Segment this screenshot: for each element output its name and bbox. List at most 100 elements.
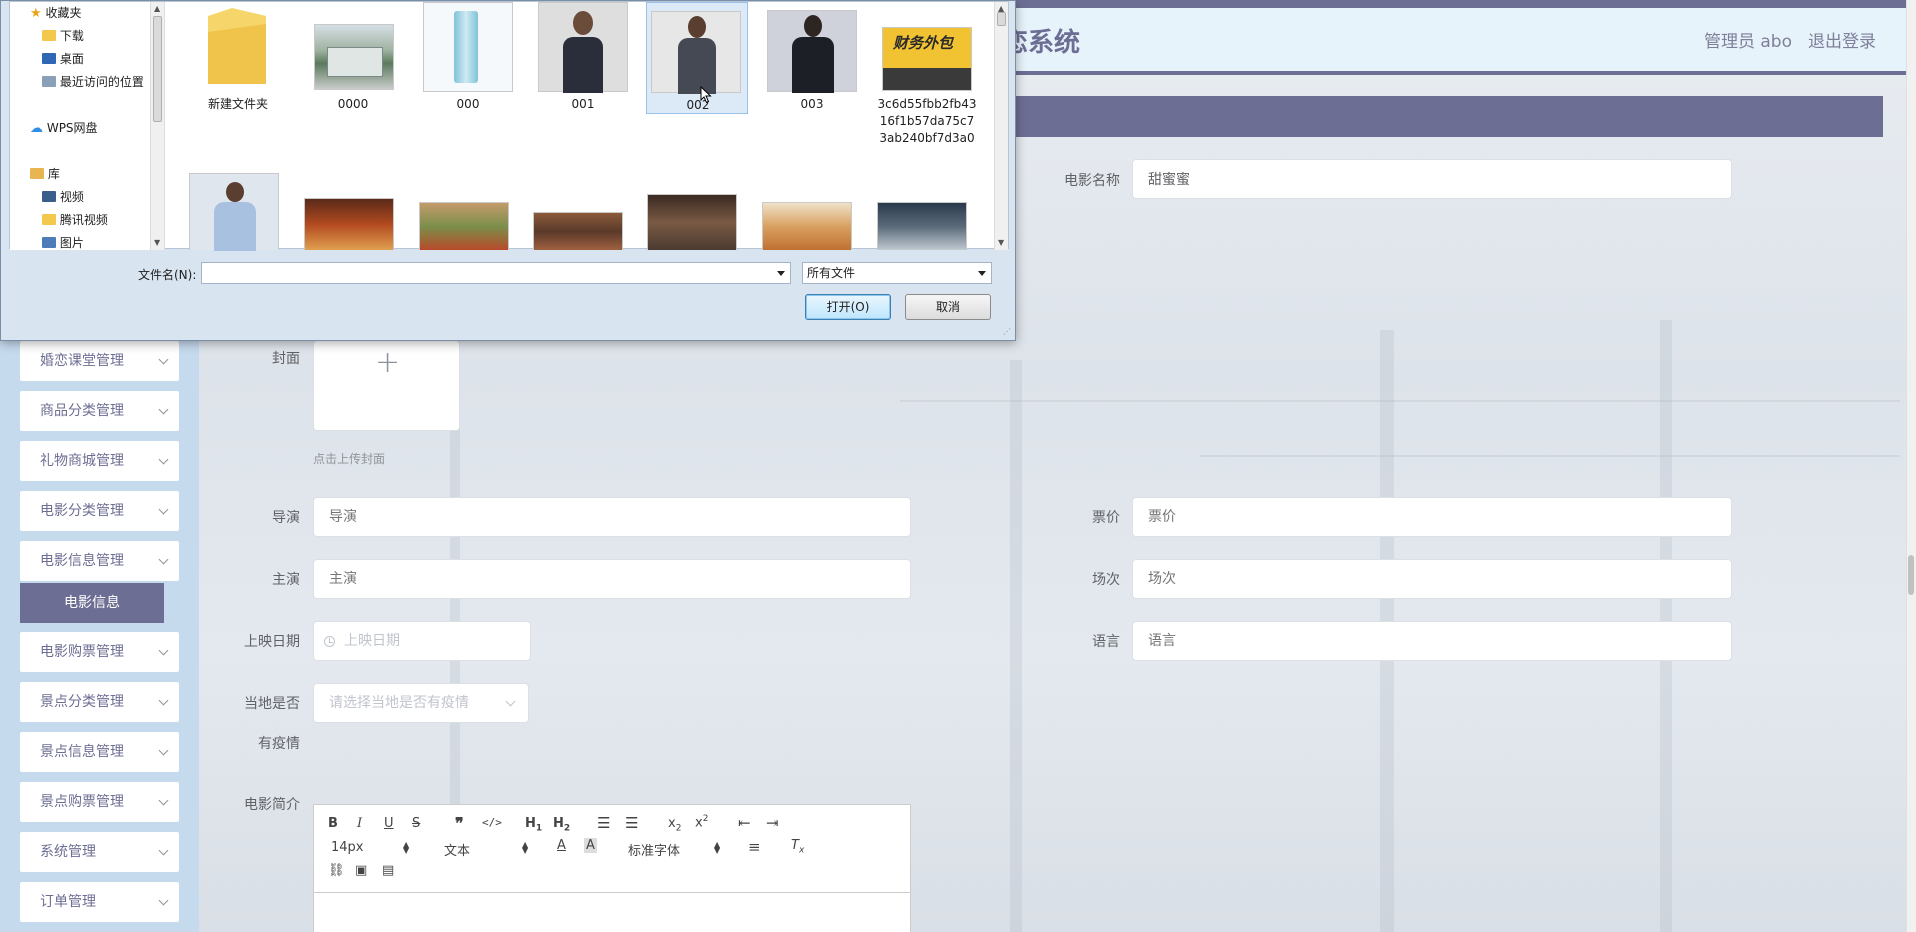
session-input[interactable] xyxy=(1132,559,1732,599)
sidebar-subitem-movie-info[interactable]: 电影信息 xyxy=(20,583,164,623)
person-body xyxy=(563,37,603,93)
bold-icon[interactable]: B xyxy=(328,816,338,831)
clear-format-icon[interactable]: Tx xyxy=(791,838,804,856)
file-tile-image[interactable]: 0000 xyxy=(302,2,404,114)
movie-name-input[interactable] xyxy=(1132,159,1732,199)
interior-thumbnail[interactable] xyxy=(762,202,852,250)
language-input[interactable] xyxy=(1132,621,1732,661)
mouse-cursor-icon xyxy=(700,86,712,104)
sidebar-item-orders[interactable]: 订单管理 xyxy=(20,882,179,922)
cover-upload[interactable]: + xyxy=(313,340,460,431)
nav-scrollbar[interactable]: ▲ ▼ xyxy=(150,2,164,250)
epidemic-select[interactable]: 请选择当地是否有疫情 xyxy=(313,683,529,723)
file-tile-image[interactable]: 000 xyxy=(417,2,519,114)
epidemic-select-placeholder: 请选择当地是否有疫情 xyxy=(329,695,469,711)
sidebar-item-movie-ticket[interactable]: 电影购票管理 xyxy=(20,632,179,672)
cover-label: 封面 xyxy=(272,351,300,367)
file-area-scrollbar-thumb[interactable] xyxy=(997,12,1006,26)
person-thumbnail xyxy=(767,10,857,93)
person-thumbnail[interactable] xyxy=(189,173,279,251)
logout-link[interactable]: 退出登录 xyxy=(1808,27,1876,52)
nav-recent[interactable]: 最近访问的位置 xyxy=(42,73,144,90)
release-date-picker[interactable]: 上映日期 xyxy=(313,621,531,661)
bullet-list-icon[interactable]: ☰ xyxy=(625,814,638,832)
nav-pictures[interactable]: 图片 xyxy=(42,234,84,251)
food-thumbnail[interactable] xyxy=(304,198,394,250)
sidebar-item-scenic-category[interactable]: 景点分类管理 xyxy=(20,682,179,722)
code-block-icon[interactable]: </> xyxy=(482,816,502,829)
page-scrollbar[interactable] xyxy=(1906,0,1916,932)
file-tile-image[interactable]: 财务外包 3c6d55fbb2fb4316f1b57da75c73ab240bf… xyxy=(876,2,978,172)
subscript-icon[interactable]: x2 xyxy=(668,816,681,834)
nav-scrollbar-thumb[interactable] xyxy=(153,16,162,122)
blockquote-icon[interactable]: ❞ xyxy=(455,814,464,833)
file-area-scrollbar[interactable]: ▲ ▼ xyxy=(994,2,1008,250)
pictures-icon xyxy=(42,237,56,248)
sidebar-item-movie-category[interactable]: 电影分类管理 xyxy=(20,491,179,531)
filetype-select[interactable]: 所有文件 xyxy=(802,262,992,284)
file-tile-folder[interactable]: 新建文件夹 xyxy=(187,2,289,114)
food-thumbnail[interactable] xyxy=(533,212,623,250)
bus-thumbnail xyxy=(314,24,394,90)
scroll-down-icon[interactable]: ▼ xyxy=(154,238,160,247)
background-pole xyxy=(1010,360,1022,932)
sidebar-item-label: 婚恋课堂管理 xyxy=(40,353,124,369)
font-size-select[interactable]: 14px ▲ ▼ xyxy=(331,840,411,855)
header-select[interactable]: 文本 ▲ ▼ xyxy=(444,840,532,860)
select-arrows-icon: ▲ ▼ xyxy=(403,840,410,855)
sidebar-item-scenic-info[interactable]: 景点信息管理 xyxy=(20,732,179,772)
strikethrough-icon[interactable]: S xyxy=(412,816,420,831)
ordered-list-icon[interactable]: ☰ xyxy=(597,814,610,832)
font-family-select[interactable]: 标准字体 ▲ ▼ xyxy=(628,840,724,860)
price-input[interactable] xyxy=(1132,497,1732,537)
page-scrollbar-thumb[interactable] xyxy=(1908,555,1914,595)
sidebar-item-marriage-class[interactable]: 婚恋课堂管理 xyxy=(20,341,179,381)
outdent-icon[interactable]: ⇤ xyxy=(738,814,751,832)
actor-input[interactable] xyxy=(313,559,911,599)
nav-downloads[interactable]: 下载 xyxy=(42,27,84,44)
nav-tencent-video[interactable]: 腾讯视频 xyxy=(42,211,108,228)
scroll-up-icon[interactable]: ▲ xyxy=(154,4,160,13)
chevron-down-icon xyxy=(158,554,169,565)
file-name: 0000 xyxy=(337,97,369,111)
video-icon[interactable]: ▤ xyxy=(382,863,394,878)
director-input[interactable] xyxy=(313,497,911,537)
italic-icon[interactable]: I xyxy=(357,816,362,831)
nav-favorites[interactable]: ★ 收藏夹 xyxy=(30,4,82,21)
background-color-icon[interactable]: A xyxy=(584,838,597,853)
person-head xyxy=(226,182,244,202)
nav-library[interactable]: 库 xyxy=(30,165,60,182)
sidebar-item-gift-mall[interactable]: 礼物商城管理 xyxy=(20,441,179,481)
image-icon[interactable]: ▣ xyxy=(355,863,367,878)
nav-wps[interactable]: ☁ WPS网盘 xyxy=(30,119,98,136)
open-button[interactable]: 打开(O) xyxy=(805,294,891,320)
file-tile-image[interactable]: 001 xyxy=(532,2,634,114)
sidebar-item-label: 订单管理 xyxy=(40,894,96,910)
filename-input[interactable] xyxy=(201,262,791,284)
resize-grip-icon[interactable]: ⋰ xyxy=(1003,327,1011,336)
sidebar-item-goods-category[interactable]: 商品分类管理 xyxy=(20,391,179,431)
food-thumbnail[interactable] xyxy=(419,202,509,250)
cancel-button[interactable]: 取消 xyxy=(905,294,991,320)
interior-thumbnail[interactable] xyxy=(647,194,737,250)
underline-icon[interactable]: U xyxy=(384,816,394,831)
nav-desktop[interactable]: 桌面 xyxy=(42,50,84,67)
dropdown-arrow-icon[interactable] xyxy=(777,271,785,276)
nav-videos[interactable]: 视频 xyxy=(42,188,84,205)
superscript-icon[interactable]: x2 xyxy=(695,814,708,830)
office-thumbnail[interactable] xyxy=(877,202,967,250)
sidebar-item-system[interactable]: 系统管理 xyxy=(20,832,179,872)
font-color-icon[interactable]: A xyxy=(557,838,566,853)
heading1-icon[interactable]: H1 xyxy=(525,816,542,834)
file-tile-image-selected[interactable]: 002 xyxy=(646,2,748,114)
sidebar-item-scenic-ticket[interactable]: 景点购票管理 xyxy=(20,782,179,822)
indent-icon[interactable]: ⇥ xyxy=(766,814,779,832)
heading2-icon[interactable]: H2 xyxy=(553,816,570,834)
file-tile-image[interactable]: 003 xyxy=(761,2,863,114)
link-icon[interactable]: ⛓ xyxy=(328,863,345,878)
sidebar-item-movie-info[interactable]: 电影信息管理 xyxy=(20,541,179,581)
video-library-icon xyxy=(42,191,56,202)
clock-icon xyxy=(324,636,335,647)
scroll-down-icon[interactable]: ▼ xyxy=(998,238,1004,247)
align-icon[interactable]: ≡ xyxy=(748,838,761,856)
